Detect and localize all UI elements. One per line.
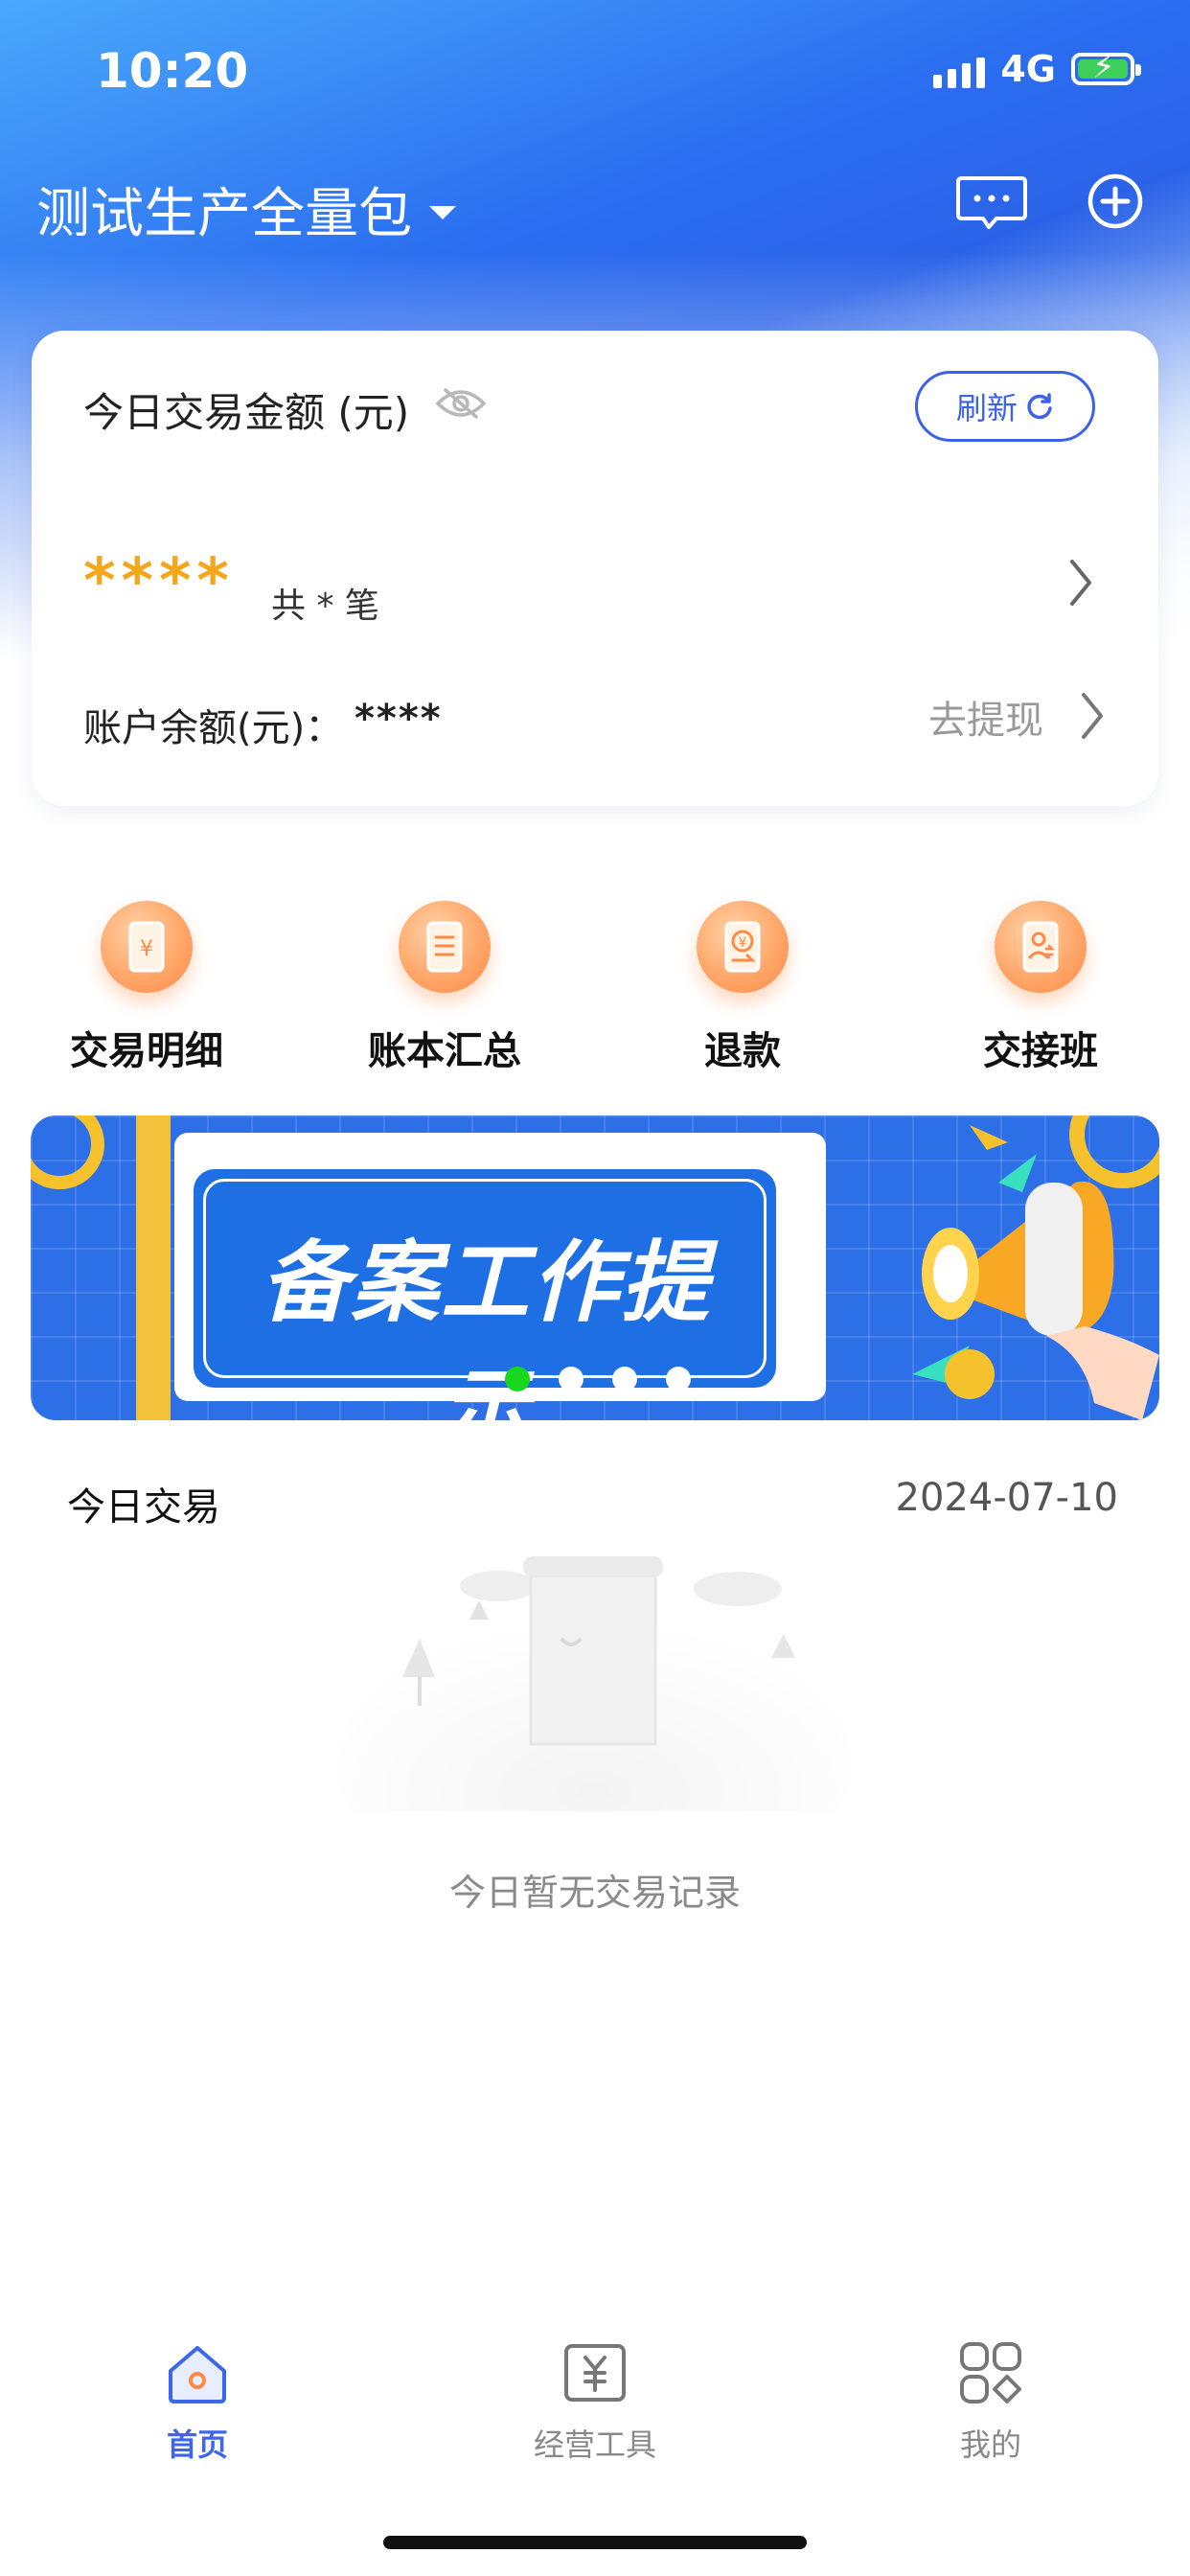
banner-dot[interactable] xyxy=(612,1367,637,1392)
banner-pagination xyxy=(505,1367,691,1392)
svg-text:¥: ¥ xyxy=(739,935,747,951)
action-shift-handover[interactable]: 交接班 xyxy=(935,901,1146,1075)
transaction-count: 共 * 笔 xyxy=(271,586,379,626)
today-transactions-label: 今日交易 xyxy=(67,1485,220,1530)
chevron-right-icon[interactable] xyxy=(1066,556,1095,610)
withdraw-chevron-icon[interactable] xyxy=(1078,689,1107,743)
status-time: 10:20 xyxy=(96,43,249,99)
store-selector[interactable]: 测试生产全量包 xyxy=(36,171,456,248)
status-indicators: 4G ⚡ xyxy=(933,48,1141,90)
tab-bar: 首页 经营工具 我的 xyxy=(0,2319,1190,2492)
business-tools-icon xyxy=(564,2344,626,2402)
refund-icon: ¥ xyxy=(697,901,789,993)
home-icon xyxy=(169,2346,226,2404)
refresh-button[interactable]: 刷新 xyxy=(915,371,1095,442)
ledger-summary-icon xyxy=(399,901,491,993)
balance-value: **** xyxy=(355,697,443,741)
empty-state-text: 今日暂无交易记录 xyxy=(448,1872,741,1914)
today-amount-title: 今日交易金额 (元) xyxy=(83,389,410,436)
add-icon[interactable] xyxy=(1087,172,1144,230)
tab-business-tools[interactable]: 经营工具 xyxy=(490,2338,700,2465)
action-label: 交接班 xyxy=(983,1029,1098,1073)
banner-dot[interactable] xyxy=(559,1367,584,1392)
banner-ring-decoration xyxy=(31,1116,104,1189)
shift-handover-icon xyxy=(995,901,1087,993)
tab-label: 我的 xyxy=(959,2426,1021,2463)
withdraw-link[interactable]: 去提现 xyxy=(928,689,1043,745)
quick-actions: ¥ 交易明细 账本汇总 ¥ 退款 交接班 xyxy=(0,901,1190,1073)
transaction-detail-icon: ¥ xyxy=(101,901,193,993)
battery-icon: ⚡ xyxy=(1071,51,1141,85)
banner-dot-active[interactable] xyxy=(505,1367,530,1392)
tab-home[interactable]: 首页 xyxy=(92,2338,303,2465)
banner-dot[interactable] xyxy=(666,1367,691,1392)
action-ledger-summary[interactable]: 账本汇总 xyxy=(339,901,550,1075)
refresh-label: 刷新 xyxy=(955,390,1018,426)
store-name: 测试生产全量包 xyxy=(36,183,412,245)
action-label: 退款 xyxy=(704,1029,781,1073)
empty-state-illustration xyxy=(335,1556,853,1811)
action-refund[interactable]: ¥ 退款 xyxy=(637,901,848,1075)
caret-down-icon xyxy=(429,205,456,219)
refresh-icon xyxy=(1027,393,1052,420)
action-label: 交易明细 xyxy=(70,1029,223,1073)
tab-profile[interactable]: 我的 xyxy=(885,2338,1096,2465)
svg-text:¥: ¥ xyxy=(140,937,153,961)
megaphone-icon xyxy=(912,1116,1159,1420)
banner-ribbon xyxy=(136,1116,171,1420)
eye-hidden-icon[interactable] xyxy=(434,386,488,421)
tab-label: 经营工具 xyxy=(533,2426,656,2463)
action-label: 账本汇总 xyxy=(368,1029,521,1073)
network-label: 4G xyxy=(1000,48,1056,90)
profile-grid-icon xyxy=(960,2342,1021,2404)
signal-icon xyxy=(933,50,986,88)
promo-banner[interactable]: 备案工作提示 xyxy=(31,1116,1159,1420)
action-transaction-detail[interactable]: ¥ 交易明细 xyxy=(41,901,252,1075)
message-icon[interactable] xyxy=(956,174,1027,230)
today-date: 2024-07-10 xyxy=(895,1476,1118,1520)
home-indicator xyxy=(383,2536,807,2549)
tab-label: 首页 xyxy=(166,2426,228,2463)
amount-value: **** xyxy=(83,546,235,617)
balance-label: 账户余额(元)： xyxy=(83,706,344,750)
summary-card: 今日交易金额 (元) 刷新 **** 共 * 笔 账户余额(元)： **** 去… xyxy=(32,331,1158,806)
